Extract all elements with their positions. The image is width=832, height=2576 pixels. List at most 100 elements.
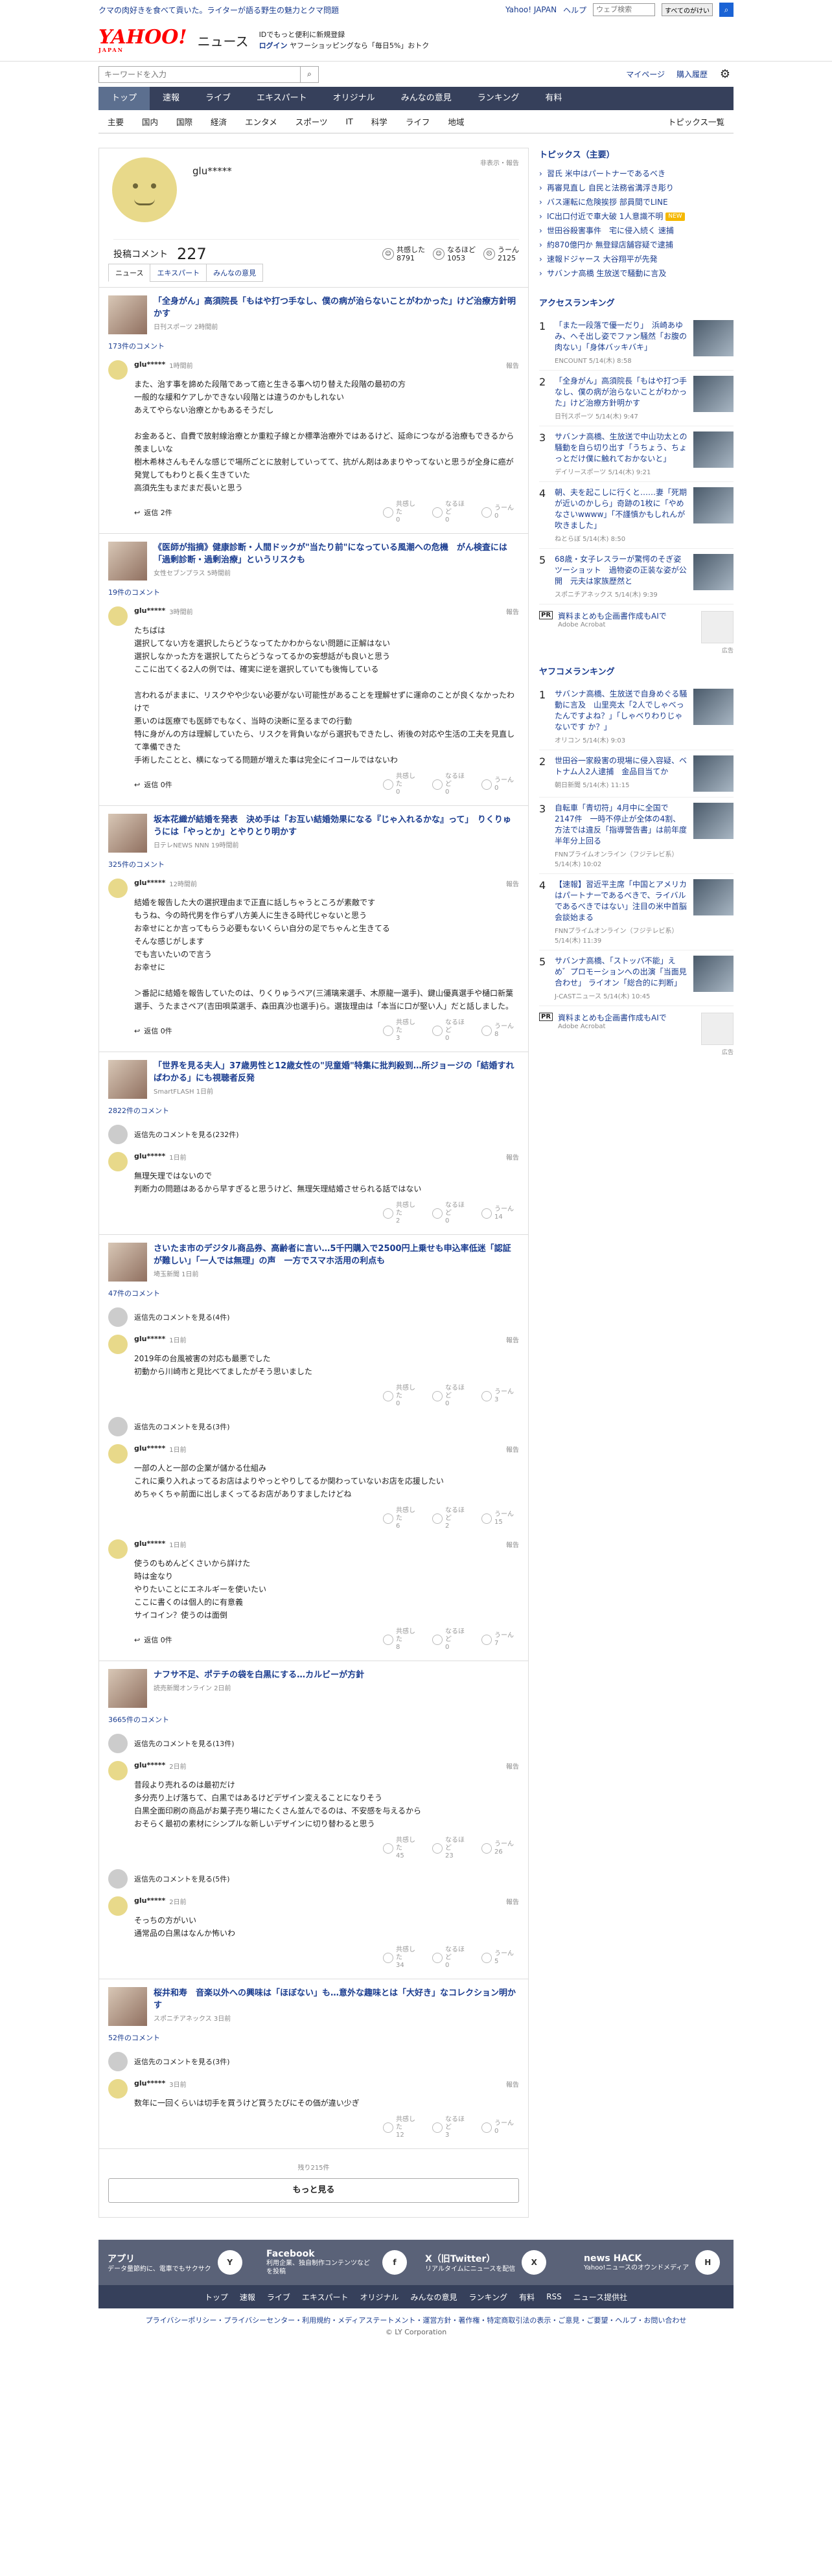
article-title[interactable]: 桜井和寿 音楽以外への興味は「ほぼない」も…意外な趣味とは「大好き」なコレクショ…: [154, 1987, 519, 2012]
app-link[interactable]: X（旧Twitter） リアルタイムにニュースを配信 X: [416, 2250, 575, 2275]
sub-nav-item[interactable]: 科学: [362, 115, 397, 128]
report-link[interactable]: 報告: [506, 1761, 519, 1771]
topic-item[interactable]: サバンナ高橋 生放送で騒動に言及: [539, 266, 734, 281]
footer-nav-item[interactable]: みんなの意見: [411, 2292, 457, 2303]
parent-comment-link[interactable]: 返信先のコメントを見る(13件): [108, 1730, 519, 1757]
topic-item[interactable]: 世田谷殺害事件 宅に侵入続く 速捕: [539, 224, 734, 238]
ranking-item[interactable]: 2 「全身がん」高須院長「もはや打つ手なし、僕の病が治らないことがわかった」けど治…: [539, 371, 734, 426]
hmm-button[interactable]: うーん 0: [481, 2120, 519, 2135]
comment-user[interactable]: glu*****: [134, 606, 165, 616]
article-thumbnail[interactable]: [108, 1243, 147, 1282]
report-link[interactable]: 報告: [506, 1152, 519, 1162]
comment-user[interactable]: glu*****: [134, 879, 165, 888]
rank-thumbnail[interactable]: [693, 879, 734, 915]
hmm-button[interactable]: うーん 5: [481, 1950, 519, 1966]
app-link[interactable]: アプリ データ量節約に、電車でもサクサク Y: [98, 2250, 257, 2275]
gear-icon[interactable]: ⚙: [717, 66, 734, 83]
insight-button[interactable]: なるほど 3: [432, 2116, 470, 2139]
footer-nav-item[interactable]: ニュース提供社: [573, 2292, 627, 2303]
avatar[interactable]: [108, 1444, 128, 1464]
report-link[interactable]: 報告: [506, 879, 519, 888]
sub-nav-item[interactable]: エンタメ: [236, 115, 286, 128]
avatar[interactable]: [108, 1761, 128, 1780]
agree-button[interactable]: 共感した 2: [383, 1202, 421, 1225]
report-link[interactable]: 報告: [506, 2079, 519, 2089]
signup-link[interactable]: IDでもっと便利に新規登録: [259, 29, 430, 40]
ranking-item[interactable]: 1 「また一段落で優一だり」 浜崎あゆみ、へそ出し姿でファン騒然「お腹の肉ない」「…: [539, 315, 734, 371]
sub-nav-item[interactable]: 地域: [439, 115, 473, 128]
topic-title[interactable]: 速報ドジャース 大谷翔平が先発: [547, 255, 658, 264]
insight-button[interactable]: なるほど 0: [432, 773, 470, 796]
article-link[interactable]: 「世界を見る夫人」37歳男性と12歳女性の"児童婚"特集に批判殺到…所ジョージの…: [108, 1060, 519, 1099]
topic-title[interactable]: 世田谷殺害事件 宅に侵入続く 速捕: [547, 226, 674, 235]
topic-title[interactable]: 約870億円か 無登録店舗容疑で逮捕: [547, 240, 673, 249]
article-title[interactable]: 「全身がん」高須院長「もはや打つ手なし、僕の病が治らないことがわかった」けど治療…: [154, 295, 519, 320]
avatar[interactable]: [108, 360, 128, 380]
login-link[interactable]: ログイン: [259, 41, 288, 50]
comment-user[interactable]: glu*****: [134, 1539, 165, 1549]
tab-news[interactable]: ニュース: [108, 264, 151, 282]
topic-item[interactable]: 習氏 米中はパートナーであるべき: [539, 167, 734, 181]
parent-comment-link[interactable]: 返信先のコメントを見る(5件): [108, 1865, 519, 1892]
footer-nav-item[interactable]: トップ: [205, 2292, 228, 2303]
insight-button[interactable]: なるほど 0: [432, 1019, 470, 1042]
help-link[interactable]: ヘルプ: [563, 5, 586, 16]
rank-title[interactable]: 68歳・女子レスラーが驚愕のそぎ姿ツーショット 過物姿の正装な姿が公開 元夫は家…: [555, 554, 688, 587]
report-link[interactable]: 報告: [506, 1444, 519, 1454]
sub-nav-item[interactable]: スポーツ: [286, 115, 337, 128]
rank-title[interactable]: サバンナ高橋、生放送で中山功太との騒動を自ら切り出す「うちょう、ちょっとだけ僕に…: [555, 431, 688, 465]
article-thumbnail[interactable]: [108, 542, 147, 581]
web-search-scope[interactable]: すべてのがけい: [662, 3, 713, 16]
search-icon[interactable]: ⌕: [301, 65, 319, 83]
top-ad-link[interactable]: クマの肉好きを食べて貢いた。ライターが語る野生の魅力とクマ問題: [98, 5, 339, 16]
agree-button[interactable]: 共感した 12: [383, 2116, 421, 2139]
insight-button[interactable]: なるほど 0: [432, 1202, 470, 1225]
report-link[interactable]: 報告: [506, 360, 519, 370]
tab-opinion[interactable]: みんなの意見: [206, 264, 264, 282]
article-title[interactable]: 《医師が指摘》健康診断・人間ドックが"当たり前"になっている風潮への危機 がん検…: [154, 542, 519, 566]
comment-user[interactable]: glu*****: [134, 1761, 165, 1771]
comment-count-link[interactable]: 2822件のコメント: [108, 1105, 519, 1116]
parent-comment-link[interactable]: 返信先のコメントを見る(4件): [108, 1304, 519, 1331]
legal-links[interactable]: プライバシーポリシー・プライバシーセンター・利用規約・メディアステートメント・運…: [0, 2315, 832, 2325]
topics-list-link[interactable]: トピックス一覧: [659, 115, 734, 128]
main-nav-item[interactable]: ライブ: [192, 87, 244, 110]
main-nav-item[interactable]: 速報: [150, 87, 192, 110]
sub-nav-item[interactable]: IT: [336, 117, 362, 126]
shopping-promo[interactable]: ヤフーショッピングなら「毎日5%」おトク: [290, 41, 429, 50]
topic-item[interactable]: バス運転に危険挨拶 部員間でLINE: [539, 195, 734, 209]
search-icon[interactable]: ⌕: [719, 3, 734, 17]
mypage-link[interactable]: マイページ: [626, 69, 665, 80]
comment-count-link[interactable]: 3665件のコメント: [108, 1714, 519, 1725]
keyword-input[interactable]: [98, 65, 301, 83]
agree-button[interactable]: 共感した 6: [383, 1507, 421, 1530]
article-title[interactable]: ナフサ不足、ポテチの袋を白黒にする…カルビーが方針: [154, 1669, 364, 1681]
rank-title[interactable]: 朝、夫を起こしに行くと……妻「死期が近いのかしら」奇跡の1枚に「やめなさいwww…: [555, 487, 688, 531]
topic-item[interactable]: 再審見直し 自民と法務省溝浮き彫り: [539, 181, 734, 195]
app-link[interactable]: Facebook 利用企業、独自制作コンテンツなどを投稿 f: [257, 2249, 416, 2276]
topic-item[interactable]: 速報ドジャース 大谷翔平が先発: [539, 252, 734, 266]
tab-expert[interactable]: エキスパート: [150, 264, 207, 282]
pr-ad[interactable]: PR 資料まとめも企画書作成もAIで Adobe Acrobat: [539, 1013, 734, 1045]
topic-item[interactable]: 約870億円か 無登録店舗容疑で逮捕: [539, 238, 734, 252]
article-link[interactable]: 《医師が指摘》健康診断・人間ドックが"当たり前"になっている風潮への危機 がん検…: [108, 542, 519, 581]
rank-thumbnail[interactable]: [693, 554, 734, 590]
report-link[interactable]: 報告: [506, 606, 519, 616]
topic-title[interactable]: IC出口付近で車大破 1人意識不明: [547, 212, 663, 221]
hmm-button[interactable]: うーん 3: [481, 1388, 519, 1404]
main-nav-item[interactable]: トップ: [98, 87, 150, 110]
insight-button[interactable]: なるほど 0: [432, 1385, 470, 1408]
comment-count-link[interactable]: 47件のコメント: [108, 1288, 519, 1298]
hmm-button[interactable]: うーん 14: [481, 1206, 519, 1221]
agree-button[interactable]: 共感した 0: [383, 501, 421, 524]
rank-thumbnail[interactable]: [693, 431, 734, 468]
sub-nav-item[interactable]: 国際: [167, 115, 202, 128]
article-link[interactable]: ナフサ不足、ポテチの袋を白黒にする…カルビーが方針 読売新聞オンライン 2日前: [108, 1669, 519, 1708]
article-link[interactable]: 桜井和寿 音楽以外への興味は「ほぼない」も…意外な趣味とは「大好き」なコレクショ…: [108, 1987, 519, 2026]
topic-title[interactable]: 習氏 米中はパートナーであるべき: [547, 169, 665, 178]
article-link[interactable]: さいたま市のデジタル商品券、高齢者に言い…5千円購入で2500円上乗せも申込率低…: [108, 1243, 519, 1282]
article-thumbnail[interactable]: [108, 1669, 147, 1708]
footer-nav-item[interactable]: オリジナル: [360, 2292, 399, 2303]
report-link[interactable]: 報告: [506, 1539, 519, 1549]
report-link[interactable]: 報告: [506, 1896, 519, 1906]
